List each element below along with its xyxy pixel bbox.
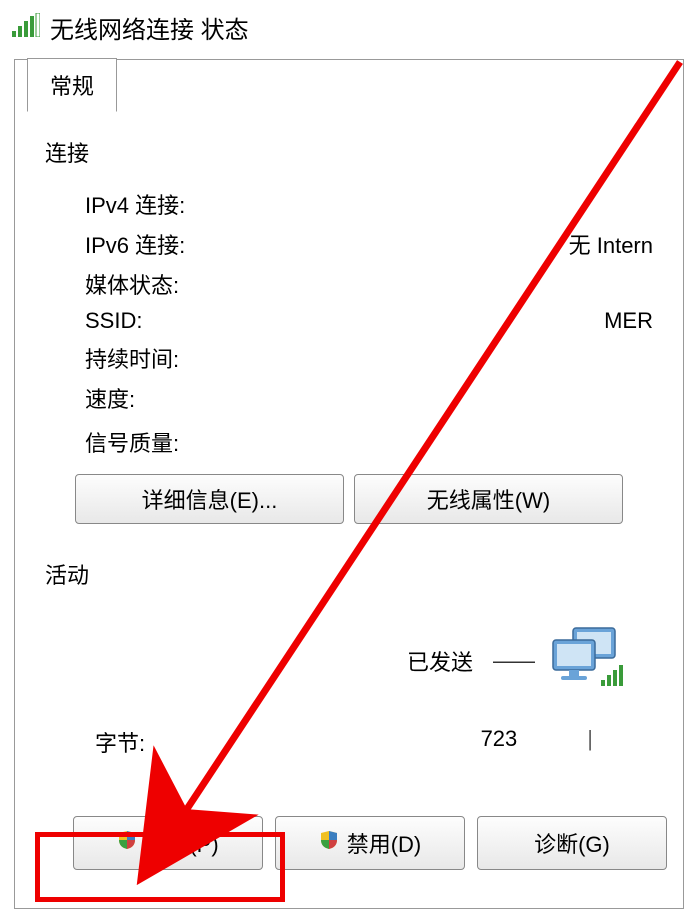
ipv6-label: IPv6 连接: [85, 228, 185, 260]
ipv6-row: IPv6 连接: 无 Intern [45, 224, 653, 264]
properties-button-label: 属性(P) [145, 827, 218, 859]
media-label: 媒体状态: [85, 268, 179, 300]
diagnose-button-label: 诊断(G) [534, 827, 610, 859]
duration-row: 持续时间: [45, 338, 653, 378]
tab-general[interactable]: 常规 [27, 58, 117, 112]
bytes-sent-value: 723 [481, 726, 528, 758]
details-button-label: 详细信息(E)... [142, 483, 278, 515]
ipv4-label: IPv4 连接: [85, 188, 185, 220]
ssid-label: SSID: [85, 308, 142, 334]
signal-quality-label: 信号质量: [85, 426, 179, 458]
activity-visual: 已发送 —— [45, 606, 653, 706]
uac-shield-icon [117, 830, 137, 856]
window-title: 无线网络连接 状态 [50, 10, 249, 45]
mid-button-row: 详细信息(E)... 无线属性(W) [45, 462, 653, 532]
properties-button[interactable]: 属性(P) [73, 816, 263, 870]
bytes-row: 字节: 723 | [45, 706, 653, 768]
dialog-frame: 常规 连接 IPv4 连接: IPv6 连接: 无 Intern 媒体状态: S… [14, 59, 684, 909]
content-area: 连接 IPv4 连接: IPv6 连接: 无 Intern 媒体状态: SSID… [15, 60, 683, 890]
signal-bars-icon [12, 13, 40, 43]
connection-section-title: 连接 [45, 136, 653, 168]
ssid-row: SSID: MER [45, 304, 653, 338]
ipv4-row: IPv4 连接: [45, 184, 653, 224]
details-button[interactable]: 详细信息(E)... [75, 474, 344, 524]
wireless-properties-label: 无线属性(W) [427, 483, 550, 515]
speed-row: 速度: [45, 378, 653, 418]
bottom-button-row: 属性(P) 禁用(D) 诊断(G) [45, 768, 653, 870]
diagnose-button[interactable]: 诊断(G) [477, 816, 667, 870]
wireless-properties-button[interactable]: 无线属性(W) [354, 474, 623, 524]
speed-label: 速度: [85, 382, 135, 414]
tab-header: 常规 [27, 59, 117, 113]
network-computers-icon [547, 626, 623, 696]
duration-label: 持续时间: [85, 342, 179, 374]
sent-label: 已发送 [407, 645, 473, 677]
uac-shield-icon [319, 830, 339, 856]
media-row: 媒体状态: [45, 264, 653, 304]
dash-left: —— [493, 648, 533, 674]
bytes-separator: | [587, 726, 593, 758]
activity-section: 活动 已发送 —— [45, 532, 653, 768]
ssid-value: MER [604, 308, 653, 334]
disable-button-label: 禁用(D) [347, 827, 422, 859]
ipv6-value: 无 Intern [569, 228, 653, 260]
title-bar: 无线网络连接 状态 [0, 0, 698, 55]
signal-quality-row: 信号质量: [45, 418, 653, 462]
bytes-label: 字节: [95, 726, 145, 758]
disable-button[interactable]: 禁用(D) [275, 816, 465, 870]
activity-section-title: 活动 [45, 558, 653, 590]
